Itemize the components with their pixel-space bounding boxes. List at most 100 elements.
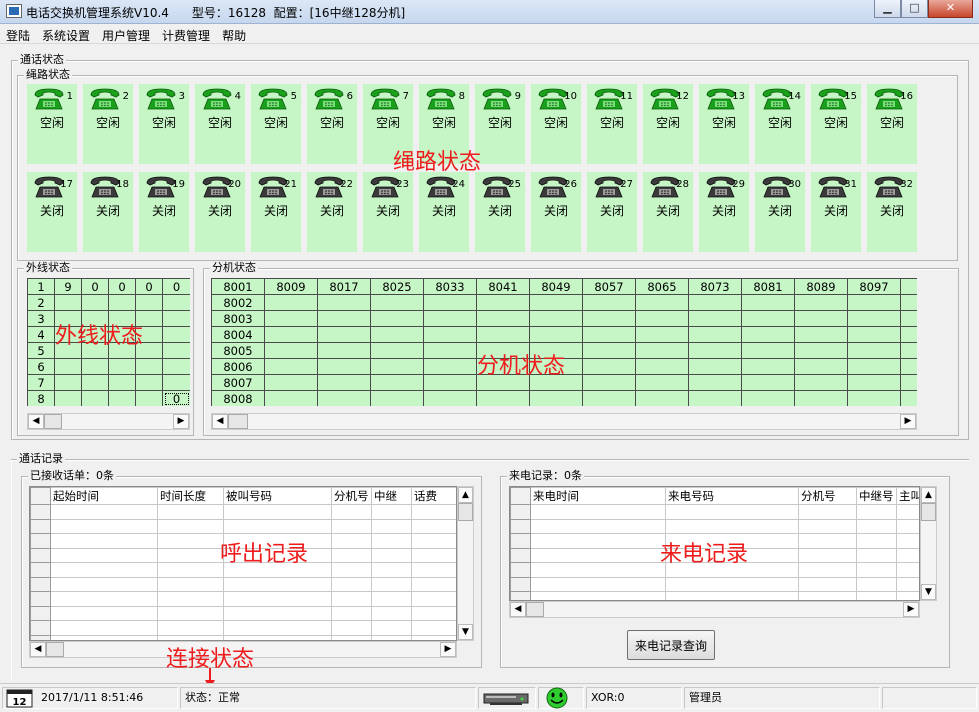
outline-cell[interactable] [162,294,190,311]
extension-cell[interactable]: 8065 [635,278,689,295]
scroll-right-arrow-icon[interactable]: ▶ [173,414,189,429]
trunk-cell[interactable]: 22 关闭 [307,172,357,252]
outline-cell[interactable] [54,358,82,375]
incoming-hscroll[interactable]: ◀ ▶ [509,601,920,618]
extension-cell[interactable] [529,358,583,375]
column-header[interactable]: 主叫 [896,487,919,505]
table-cell[interactable] [331,533,372,549]
extension-cell[interactable] [264,326,318,343]
extension-cell[interactable] [423,358,477,375]
extension-cell[interactable] [635,374,689,391]
extension-cell[interactable]: 8097 [847,278,901,295]
extension-cell[interactable] [741,342,795,359]
extension-cell[interactable] [582,294,636,311]
scroll-thumb[interactable] [46,642,64,657]
table-cell[interactable] [50,562,158,578]
incoming-vscroll[interactable]: ▲ ▼ [920,486,937,601]
extension-cell[interactable] [688,310,742,327]
table-row[interactable] [510,504,919,520]
table-cell[interactable] [331,591,372,607]
outline-cell[interactable] [108,358,136,375]
table-cell[interactable] [798,576,857,592]
extension-cell[interactable]: 8081 [741,278,795,295]
table-cell[interactable] [896,576,919,592]
table-row[interactable] [30,605,456,621]
minimize-button[interactable]: ▁ [874,0,901,18]
column-header[interactable]: 时间长度 [157,487,224,505]
extension-cell[interactable]: 8033 [423,278,477,295]
table-cell[interactable] [665,504,799,520]
extension-cell[interactable] [847,326,901,343]
scroll-down-arrow-icon[interactable]: ▼ [921,584,936,600]
table-cell[interactable] [157,576,224,592]
table-cell[interactable] [50,504,158,520]
row-indicator[interactable] [30,620,51,636]
extension-cell[interactable] [794,342,848,359]
table-cell[interactable] [896,518,919,534]
outline-cell[interactable] [108,310,136,327]
table-row[interactable] [30,591,456,607]
outline-cell[interactable]: 0 [108,278,136,295]
table-cell[interactable] [157,504,224,520]
table-cell[interactable] [896,591,919,600]
extension-cell[interactable] [794,374,848,391]
trunk-cell[interactable]: 16 空闲 [867,84,917,164]
outline-cell[interactable]: 0 [162,278,190,295]
extension-row-label[interactable]: 8002 [211,294,265,311]
outline-cell[interactable] [81,374,109,391]
table-row[interactable] [30,547,456,563]
extension-cell[interactable] [423,390,477,406]
table-cell[interactable] [371,504,412,520]
extension-cell[interactable]: 8089 [794,278,848,295]
table-cell[interactable] [223,562,332,578]
extension-row-label[interactable]: 8003 [211,310,265,327]
trunk-cell[interactable]: 2 空闲 [83,84,133,164]
extension-cell[interactable] [847,342,901,359]
extension-cell[interactable] [476,390,530,406]
trunk-cell[interactable]: 12 空闲 [643,84,693,164]
table-cell[interactable] [157,605,224,621]
table-cell[interactable] [331,504,372,520]
extension-cell[interactable] [635,342,689,359]
trunk-cell[interactable]: 19 关闭 [139,172,189,252]
extension-cell[interactable] [741,294,795,311]
outline-cell[interactable] [81,358,109,375]
table-cell[interactable] [856,504,897,520]
table-cell[interactable] [223,504,332,520]
extension-cell[interactable] [635,326,689,343]
table-cell[interactable] [530,576,666,592]
row-indicator[interactable] [30,576,51,592]
table-cell[interactable] [530,562,666,578]
table-cell[interactable] [665,518,799,534]
trunk-cell[interactable]: 1 空闲 [27,84,77,164]
extension-cell[interactable] [423,374,477,391]
scroll-left-arrow-icon[interactable]: ◀ [30,642,46,657]
table-cell[interactable] [331,576,372,592]
outline-cell[interactable] [108,294,136,311]
extension-cell[interactable]: 8057 [582,278,636,295]
table-cell[interactable] [665,576,799,592]
extension-cell[interactable] [370,342,424,359]
extension-cell[interactable]: 8049 [529,278,583,295]
table-cell[interactable] [371,518,412,534]
extension-cell[interactable] [317,294,371,311]
trunk-cell[interactable]: 32 关闭 [867,172,917,252]
column-header[interactable]: 分机号 [798,487,857,505]
outline-cell[interactable] [162,358,190,375]
trunk-cell[interactable]: 7 空闲 [363,84,413,164]
row-indicator[interactable] [30,504,51,520]
table-cell[interactable] [411,591,456,607]
table-cell[interactable] [856,562,897,578]
extension-cell[interactable] [741,358,795,375]
outline-cell[interactable] [81,342,109,359]
extension-cell[interactable] [794,310,848,327]
extension-cell[interactable] [794,390,848,406]
extension-cell[interactable] [529,342,583,359]
extension-cell[interactable] [370,326,424,343]
table-cell[interactable] [856,518,897,534]
scroll-thumb[interactable] [921,503,936,521]
table-cell[interactable] [896,504,919,520]
table-cell[interactable] [411,562,456,578]
extension-cell[interactable] [900,294,917,311]
table-cell[interactable] [411,533,456,549]
